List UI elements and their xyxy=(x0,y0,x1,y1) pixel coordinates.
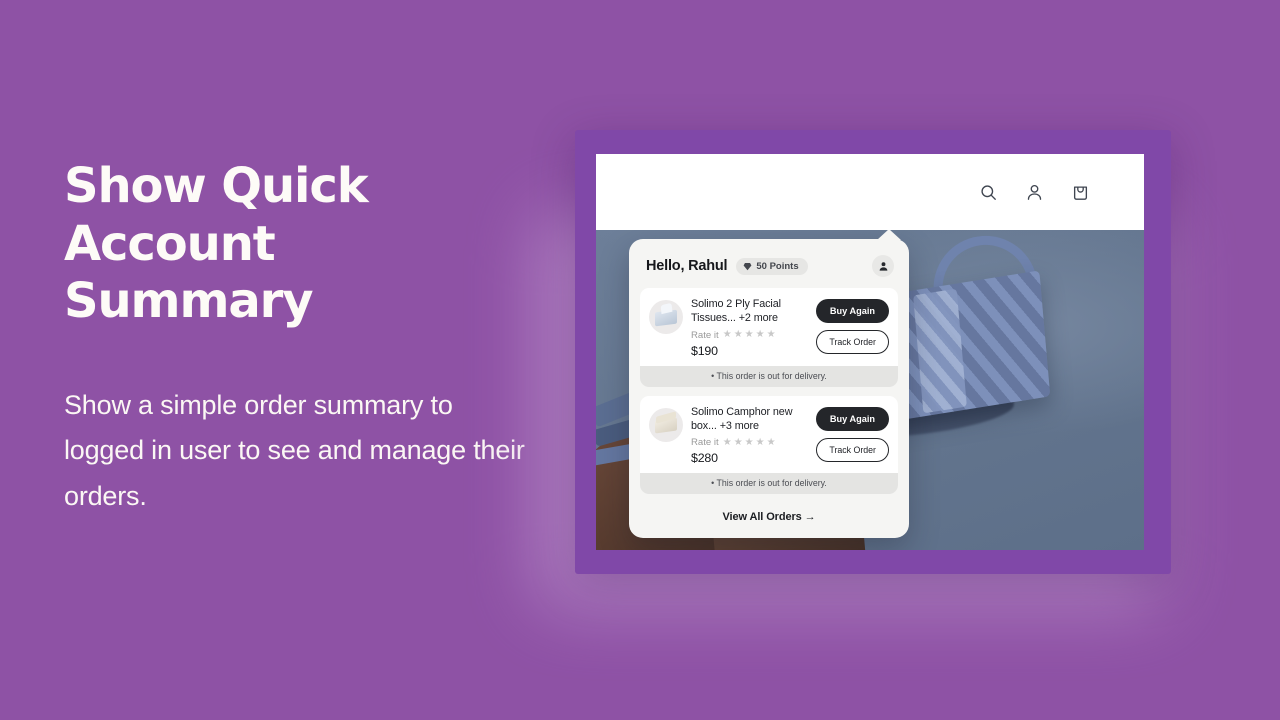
account-summary-popover: Hello, Rahul 50 Points Solimo 2 Ply Faci… xyxy=(629,230,909,538)
points-badge[interactable]: 50 Points xyxy=(736,257,808,275)
order-card: Solimo 2 Ply Facial Tissues... +2 more R… xyxy=(640,288,898,387)
track-order-button[interactable]: Track Order xyxy=(816,437,889,462)
buy-again-button[interactable]: Buy Again xyxy=(815,299,889,323)
headline-line-2: Account Summary xyxy=(64,215,314,330)
popover-header: Hello, Rahul 50 Points xyxy=(640,250,898,288)
star-icon[interactable]: ★ xyxy=(723,330,732,340)
order-price: $280 xyxy=(691,451,718,465)
marketing-copy: Show Quick Account Summary Show a simple… xyxy=(64,158,534,519)
popover-pointer xyxy=(877,230,901,240)
search-icon[interactable] xyxy=(977,181,999,203)
order-status: • This order is out for delivery. xyxy=(640,365,898,387)
page-title: Show Quick Account Summary xyxy=(64,158,534,331)
shopping-bag-icon[interactable] xyxy=(1069,181,1091,203)
order-price: $190 xyxy=(691,343,718,358)
star-icon[interactable]: ★ xyxy=(756,437,765,448)
star-icon[interactable]: ★ xyxy=(756,330,765,340)
headline-line-1: Show Quick xyxy=(64,158,369,214)
order-title: Solimo 2 Ply Facial Tissues... +2 more xyxy=(691,298,781,325)
device-frame: Hello, Rahul 50 Points Solimo 2 Ply Faci… xyxy=(575,130,1171,574)
star-rating[interactable]: ★ ★ ★ ★ ★ xyxy=(723,330,776,340)
hero-image: Hello, Rahul 50 Points Solimo 2 Ply Faci… xyxy=(596,230,1144,550)
order-actions: Buy Again Track Order xyxy=(815,297,889,358)
order-card-body: Solimo Camphor new box... +3 more Rate i… xyxy=(640,396,898,474)
storefront-preview: Hello, Rahul 50 Points Solimo 2 Ply Faci… xyxy=(596,154,1144,550)
greeting-text: Hello, Rahul xyxy=(646,258,728,274)
storefront-header xyxy=(596,154,1144,230)
rating-row[interactable]: Rate it ★ ★ ★ ★ ★ xyxy=(691,437,808,448)
star-icon[interactable]: ★ xyxy=(767,437,776,448)
user-name: Rahul xyxy=(688,258,728,274)
diamond-icon xyxy=(743,262,752,270)
star-icon[interactable]: ★ xyxy=(723,437,732,448)
order-card: Solimo Camphor new box... +3 more Rate i… xyxy=(640,395,898,494)
view-all-orders-link[interactable]: View All Orders → xyxy=(640,503,898,526)
order-card-body: Solimo 2 Ply Facial Tissues... +2 more R… xyxy=(640,288,898,366)
order-details: Solimo Camphor new box... +3 more Rate i… xyxy=(691,405,808,466)
camphor-box-thumbnail xyxy=(649,407,683,442)
star-rating[interactable]: ★ ★ ★ ★ ★ xyxy=(723,437,776,448)
order-actions: Buy Again Track Order xyxy=(815,405,889,466)
buy-again-button[interactable]: Buy Again xyxy=(815,406,889,431)
star-icon[interactable]: ★ xyxy=(734,437,743,448)
order-details: Solimo 2 Ply Facial Tissues... +2 more R… xyxy=(691,297,808,358)
person-icon xyxy=(879,261,887,271)
star-icon[interactable]: ★ xyxy=(745,437,754,448)
order-status: • This order is out for delivery. xyxy=(640,473,898,494)
greeting-prefix: Hello, xyxy=(646,258,689,274)
account-icon[interactable] xyxy=(1023,181,1045,203)
rating-row[interactable]: Rate it ★ ★ ★ ★ ★ xyxy=(691,330,808,341)
tissue-box-thumbnail xyxy=(649,300,683,334)
star-icon[interactable]: ★ xyxy=(734,330,743,340)
subtitle-text: Show a simple order summary to logged in… xyxy=(64,389,525,511)
order-title: Solimo Camphor new box... +3 more xyxy=(691,405,793,432)
track-order-button[interactable]: Track Order xyxy=(816,330,889,354)
star-icon[interactable]: ★ xyxy=(745,330,754,340)
star-icon[interactable]: ★ xyxy=(767,330,776,340)
avatar[interactable] xyxy=(872,255,894,277)
rate-label: Rate it xyxy=(691,437,719,448)
points-label: 50 Points xyxy=(756,260,799,272)
rate-label: Rate it xyxy=(691,329,719,341)
